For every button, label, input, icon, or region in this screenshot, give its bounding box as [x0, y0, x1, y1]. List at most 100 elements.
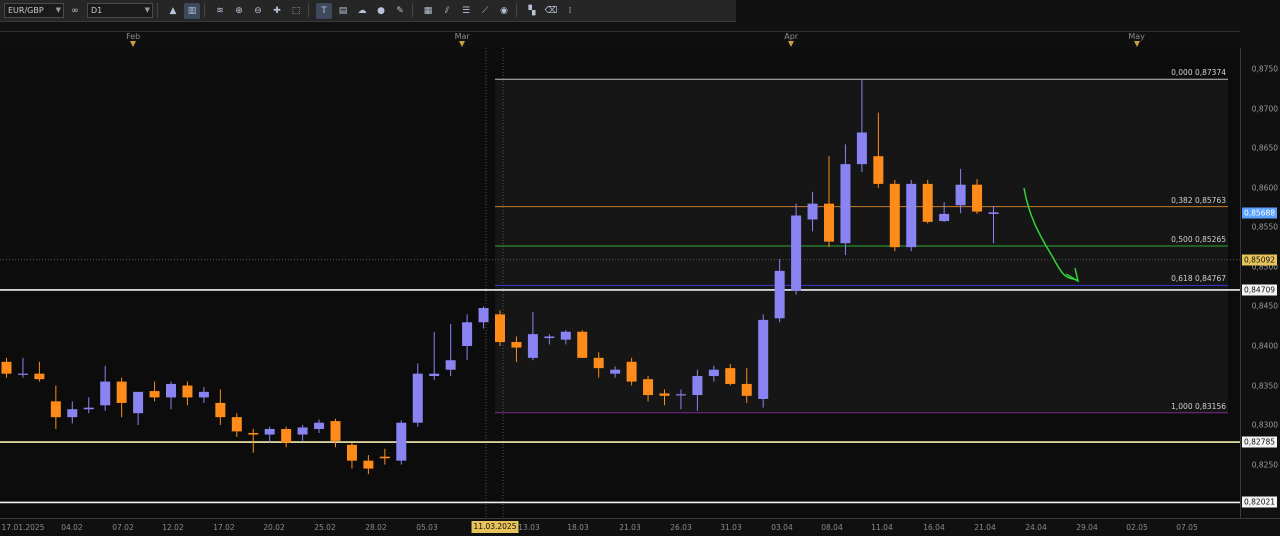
chevron-down-icon: ▼	[55, 6, 61, 14]
bullish-candle	[708, 369, 719, 377]
date-tick-label: 24.04	[1025, 523, 1047, 532]
bearish-candle	[577, 331, 588, 358]
month-label: May	[1128, 32, 1145, 41]
date-tick-label: 20.02	[263, 523, 285, 532]
candles-icon[interactable]: ▥	[184, 2, 200, 19]
text-tool-icon[interactable]: T	[316, 2, 332, 19]
month-marker-icon[interactable]	[459, 41, 466, 47]
bearish-candle	[116, 381, 127, 403]
price-badge: 0,82785	[1242, 436, 1278, 448]
bullish-candle	[396, 422, 407, 461]
bearish-candle	[922, 183, 933, 222]
month-label: Apr	[784, 32, 799, 41]
month-label: Mar	[454, 32, 470, 41]
cursor-icon[interactable]: ⬚	[288, 3, 304, 19]
date-tick-label: 29.04	[1076, 523, 1098, 532]
bullish-candle	[840, 164, 851, 244]
date-tick-label: 17.01.2025	[1, 523, 45, 532]
bullish-candle	[133, 391, 144, 414]
sphere-icon[interactable]: ◉	[496, 3, 512, 19]
price-tick-label: 0,8250	[1251, 460, 1278, 470]
bearish-candle	[741, 383, 752, 396]
note-icon[interactable]: ▤	[335, 3, 351, 19]
price-tick-label: 0,8550	[1251, 222, 1278, 232]
crosshair-date-badge: 11.03.2025	[471, 521, 519, 533]
bearish-candle	[346, 444, 357, 461]
price-tick-label: 0,8650	[1251, 143, 1278, 153]
month-marker-icon[interactable]	[1133, 41, 1140, 47]
bullish-candle	[758, 319, 769, 399]
chart-plot-area[interactable]: 0,000 0,87374 0,382 0,85763 0,500 0,85265 0…	[0, 48, 1240, 518]
bearish-candle	[248, 432, 259, 435]
toolbar-separator	[412, 3, 413, 18]
candlestick-chart	[0, 48, 1240, 518]
date-tick-label: 31.03	[720, 523, 742, 532]
bullish-candle	[445, 360, 456, 370]
cloud-icon[interactable]: ☁	[354, 3, 370, 19]
chart-type-icon[interactable]: ▲	[165, 3, 181, 19]
pencil-icon[interactable]: ✎	[392, 3, 408, 19]
bearish-candle	[725, 368, 736, 384]
date-tick-label: 07.02	[112, 523, 134, 532]
price-tick-label: 0,8700	[1251, 104, 1278, 114]
indicator-icon[interactable]: ≋	[212, 3, 228, 19]
channel-icon[interactable]: ⫽	[439, 3, 455, 19]
price-tick-label: 0,8300	[1251, 420, 1278, 430]
date-tick-label: 21.04	[974, 523, 996, 532]
date-tick-label: 18.03	[567, 523, 589, 532]
fibonacci-label: 1,000 0,83156	[1171, 401, 1226, 411]
toolbar-buttons: ▲ ▥ ≋ ⊕ ⊖ ✚ ⬚ T ▤ ☁ ● ✎ ▦ ⫽ ☰ ⟋ ◉ ▚ ⌫ ⁞	[162, 2, 578, 19]
chart-toolbar: EUR/GBP ▼ ∞ D1 ▼ ▲ ▥ ≋ ⊕ ⊖ ✚ ⬚ T ▤ ☁ ● ✎ ▦ ⫽ ☰ ⟋ ◉ ▚ ⌫ ⁞	[0, 0, 736, 22]
chevron-down-icon: ▼	[144, 6, 150, 14]
date-axis[interactable]: 17.01.2025 04.02 07.02 12.02 17.02 20.02 25.02…	[0, 518, 1280, 536]
bearish-candle	[972, 184, 983, 212]
zoom-in-icon[interactable]: ⊕	[231, 3, 247, 19]
toolbar-separator	[308, 3, 309, 18]
date-tick-label: 04.02	[61, 523, 83, 532]
bearish-candle	[873, 156, 884, 184]
bullish-candle	[675, 394, 686, 396]
bullish-candle	[955, 184, 966, 206]
bearish-candle	[182, 385, 193, 398]
link-icon[interactable]: ∞	[67, 3, 83, 19]
bullish-candle	[17, 373, 28, 375]
price-axis[interactable]: 0,8750 0,8700 0,8650 0,8600 0,8550 0,8500 0,84…	[1240, 48, 1280, 518]
price-tick-label: 0,8400	[1251, 341, 1278, 351]
bearish-candle	[363, 460, 374, 469]
table-icon[interactable]: ▦	[420, 3, 436, 19]
grid-icon[interactable]: ▚	[524, 3, 540, 19]
zoom-out-icon[interactable]: ⊖	[250, 3, 266, 19]
bearish-candle	[330, 421, 341, 441]
trendline-icon[interactable]: ⟋	[477, 3, 493, 19]
fibonacci-label: 0,382 0,85763	[1171, 195, 1226, 205]
price-tick-label: 0,8600	[1251, 183, 1278, 193]
bearish-candle	[643, 379, 654, 396]
bearish-candle	[1, 361, 12, 374]
symbol-selector[interactable]: EUR/GBP ▼	[4, 3, 64, 18]
fibonacci-label: 0,500 0,85265	[1171, 234, 1226, 244]
eraser-icon[interactable]: ⌫	[543, 3, 559, 19]
bullish-candle	[429, 373, 440, 377]
bullish-candle	[462, 322, 473, 346]
bullish-candle	[67, 409, 78, 418]
bearish-candle	[231, 417, 242, 432]
date-tick-label: 25.02	[314, 523, 336, 532]
globe-icon[interactable]: ●	[373, 3, 389, 19]
shortcut-icon[interactable]: ⁞	[562, 3, 578, 19]
price-badge: 0,85092	[1242, 254, 1278, 266]
price-tick-label: 0,8750	[1251, 64, 1278, 74]
levels-icon[interactable]: ☰	[458, 3, 474, 19]
bearish-candle	[511, 342, 522, 348]
bearish-candle	[149, 391, 160, 398]
crosshair-icon[interactable]: ✚	[269, 3, 285, 19]
bullish-candle	[198, 391, 209, 398]
bullish-candle	[988, 212, 999, 214]
bullish-candle	[478, 308, 489, 323]
bullish-candle	[774, 270, 785, 319]
month-marker-icon[interactable]	[788, 41, 795, 47]
bullish-candle	[314, 422, 325, 430]
bullish-candle	[939, 213, 950, 222]
month-marker-icon[interactable]	[130, 41, 137, 47]
timeframe-selector[interactable]: D1 ▼	[87, 3, 153, 18]
bearish-candle	[215, 402, 226, 418]
